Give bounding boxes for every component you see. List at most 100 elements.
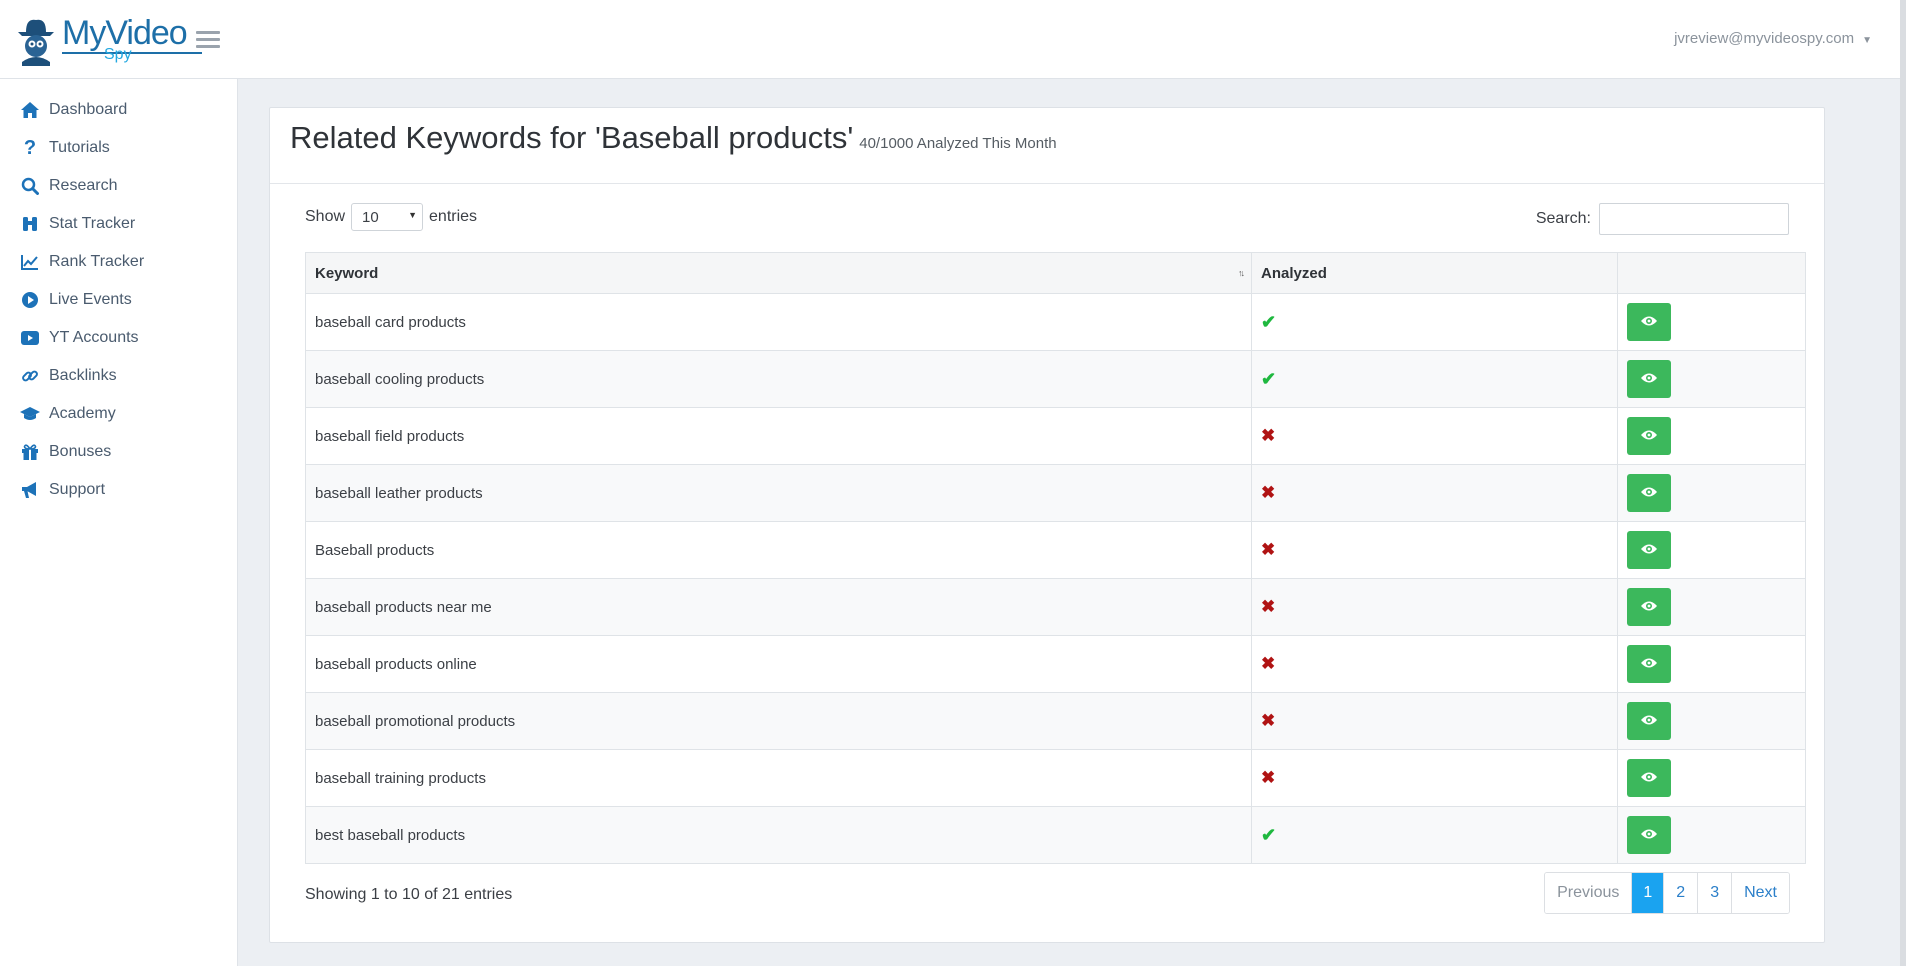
entries-select[interactable]: 10 ▼ <box>351 203 424 231</box>
sidebar-item-backlinks[interactable]: Backlinks <box>0 357 237 395</box>
column-header-actions <box>1617 252 1806 294</box>
sidebar-item-research[interactable]: Research <box>0 167 237 205</box>
action-cell <box>1617 635 1806 693</box>
keyword-cell: best baseball products <box>305 806 1252 864</box>
keywords-card: Related Keywords for 'Baseball products'… <box>269 107 1825 943</box>
view-keyword-button[interactable] <box>1627 816 1671 854</box>
eye-icon <box>1640 542 1658 559</box>
page-scrollbar[interactable] <box>1900 0 1906 966</box>
cross-icon: ✖ <box>1261 597 1276 616</box>
sidebar-item-label: Bonuses <box>49 443 112 460</box>
logo-text: MyVideo Spy <box>62 16 202 63</box>
table-row: baseball leather products ✖ <box>305 464 1806 522</box>
table-row: baseball cooling products ✔ <box>305 350 1806 408</box>
select-arrow-icon: ▼ <box>408 210 418 220</box>
sidebar-item-label: Academy <box>49 405 116 422</box>
pagination-next[interactable]: Next <box>1731 873 1789 913</box>
view-keyword-button[interactable] <box>1627 531 1671 569</box>
sidebar-item-label: YT Accounts <box>49 329 139 346</box>
view-keyword-button[interactable] <box>1627 645 1671 683</box>
sidebar-item-stat-tracker[interactable]: Stat Tracker <box>0 205 237 243</box>
menu-toggle-icon[interactable] <box>196 31 220 49</box>
table-row: Baseball products ✖ <box>305 521 1806 579</box>
pagination: Previous 1 2 3 Next <box>1544 872 1790 914</box>
sidebar-item-label: Tutorials <box>49 139 110 156</box>
view-keyword-button[interactable] <box>1627 759 1671 797</box>
action-cell <box>1617 692 1806 750</box>
keyword-cell: baseball products online <box>305 635 1252 693</box>
user-email: jvreview@myvideospy.com <box>1674 30 1855 47</box>
logo-underline <box>62 52 202 54</box>
eye-icon <box>1640 827 1658 844</box>
keyword-cell: baseball promotional products <box>305 692 1252 750</box>
sidebar-item-tutorials[interactable]: ? Tutorials <box>0 129 237 167</box>
analyzed-cell: ✖ <box>1251 692 1618 750</box>
eye-icon <box>1640 599 1658 616</box>
sidebar-item-label: Live Events <box>49 291 132 308</box>
pagination-page-2[interactable]: 2 <box>1663 873 1698 913</box>
check-icon: ✔ <box>1261 311 1277 332</box>
eye-icon <box>1640 713 1658 730</box>
show-label: Show <box>305 208 346 225</box>
myvideospy-logo[interactable]: MyVideo Spy <box>12 14 202 68</box>
check-icon: ✔ <box>1261 824 1277 845</box>
sidebar-item-label: Support <box>49 481 106 498</box>
sidebar-item-live-events[interactable]: Live Events <box>0 281 237 319</box>
action-cell <box>1617 578 1806 636</box>
gift-icon <box>20 442 40 462</box>
cross-icon: ✖ <box>1261 654 1276 673</box>
spy-mascot-icon <box>18 19 54 66</box>
view-keyword-button[interactable] <box>1627 360 1671 398</box>
table-row: baseball training products ✖ <box>305 749 1806 807</box>
entries-label: entries <box>429 208 478 225</box>
table-row: baseball products near me ✖ <box>305 578 1806 636</box>
analyzed-cell: ✔ <box>1251 350 1618 408</box>
sidebar-item-dashboard[interactable]: Dashboard <box>0 91 237 129</box>
top-header: MyVideo Spy jvreview@myvideospy.com ▼ <box>0 0 1906 79</box>
analyzed-cell: ✖ <box>1251 521 1618 579</box>
logo-sub-text: Spy <box>104 46 132 63</box>
sidebar-item-support[interactable]: Support <box>0 471 237 509</box>
sidebar-item-yt-accounts[interactable]: YT Accounts <box>0 319 237 357</box>
view-keyword-button[interactable] <box>1627 588 1671 626</box>
view-keyword-button[interactable] <box>1627 474 1671 512</box>
eye-icon <box>1640 656 1658 673</box>
column-header-keyword[interactable]: Keyword ↑↓ <box>305 252 1252 294</box>
sidebar-item-bonuses[interactable]: Bonuses <box>0 433 237 471</box>
link-icon <box>20 366 40 386</box>
view-keyword-button[interactable] <box>1627 303 1671 341</box>
eye-icon <box>1640 770 1658 787</box>
megaphone-icon <box>20 480 40 500</box>
keyword-cell: baseball cooling products <box>305 350 1252 408</box>
analyzed-cell: ✖ <box>1251 407 1618 465</box>
sidebar-item-academy[interactable]: Academy <box>0 395 237 433</box>
action-cell <box>1617 407 1806 465</box>
view-keyword-button[interactable] <box>1627 417 1671 455</box>
sidebar-item-rank-tracker[interactable]: Rank Tracker <box>0 243 237 281</box>
show-entries-control: Show 10 ▼ entries <box>305 203 477 231</box>
table-search: Search: <box>1536 203 1789 235</box>
keyword-cell: baseball field products <box>305 407 1252 465</box>
cross-icon: ✖ <box>1261 768 1276 787</box>
search-input[interactable] <box>1599 203 1789 235</box>
view-keyword-button[interactable] <box>1627 702 1671 740</box>
pagination-page-3[interactable]: 3 <box>1697 873 1732 913</box>
eye-icon <box>1640 371 1658 388</box>
table-row: best baseball products ✔ <box>305 806 1806 864</box>
action-cell <box>1617 749 1806 807</box>
analyzed-cell: ✖ <box>1251 749 1618 807</box>
question-icon: ? <box>23 136 37 159</box>
pagination-page-1[interactable]: 1 <box>1631 873 1664 913</box>
user-menu[interactable]: jvreview@myvideospy.com ▼ <box>1674 30 1872 47</box>
caret-down-icon: ▼ <box>1862 35 1872 46</box>
keyword-cell: baseball card products <box>305 293 1252 351</box>
sort-arrows-icon: ↑↓ <box>1238 268 1245 278</box>
pagination-previous[interactable]: Previous <box>1545 873 1632 913</box>
analyzed-cell: ✖ <box>1251 578 1618 636</box>
sidebar-item-label: Research <box>49 177 118 194</box>
eye-icon <box>1640 314 1658 331</box>
action-cell <box>1617 806 1806 864</box>
sidebar-item-label: Rank Tracker <box>49 253 145 270</box>
column-header-analyzed[interactable]: Analyzed <box>1251 252 1618 294</box>
eye-icon <box>1640 485 1658 502</box>
